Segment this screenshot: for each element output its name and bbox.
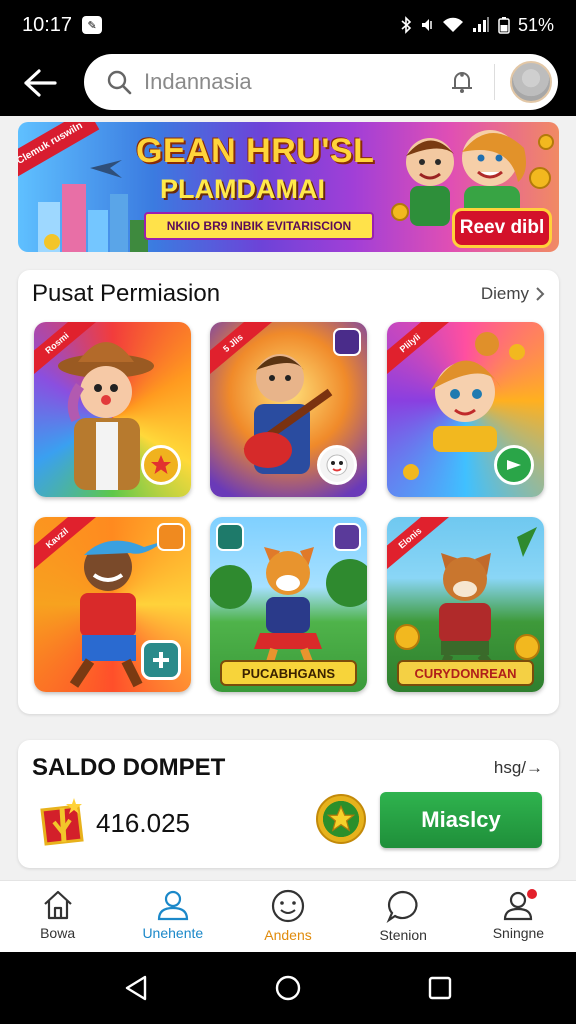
nav-item-user[interactable]: Unehente: [115, 881, 230, 952]
nav-label: Sningne: [492, 925, 545, 941]
notification-icon: ✎: [82, 16, 103, 34]
nav-item-home[interactable]: Bowa: [0, 881, 115, 952]
game-tile[interactable]: Elonis CURYDONREAN: [387, 517, 544, 692]
mute-icon: [421, 19, 432, 31]
search-divider: [494, 64, 495, 100]
nav-item-chat[interactable]: Stenion: [346, 881, 461, 952]
game-tile[interactable]: 5 Jlis: [210, 322, 367, 497]
bluetooth-icon: [401, 16, 412, 34]
chat-icon: [386, 890, 418, 923]
game-tile[interactable]: Kavzil: [34, 517, 191, 692]
battery-icon: [498, 17, 510, 34]
banner-title: GEAN HRU'SL: [136, 132, 375, 170]
top-bar: [0, 50, 576, 116]
star-badge-icon: [141, 445, 181, 485]
bottom-navigation: Bowa Unehente Andens Stenion Sningne: [0, 880, 576, 952]
game-tile[interactable]: PUCABHGANS: [210, 517, 367, 692]
tile-label: PUCABHGANS: [220, 660, 357, 686]
plane-icon: [90, 160, 122, 178]
status-time: 10:17: [22, 13, 73, 36]
arrow-corner-icon: [157, 523, 185, 551]
lightning-badge-icon: [333, 328, 361, 356]
system-navigation-bar: [0, 952, 576, 1024]
status-icons: 51%: [400, 15, 554, 36]
bell-icon[interactable]: [448, 68, 476, 96]
mascot-badge-icon: [317, 445, 357, 485]
system-back-icon[interactable]: [123, 974, 149, 1002]
banner-strip: NKIIO BR9 INBIK EVITARISCION: [144, 212, 374, 240]
nav-item-smile[interactable]: Andens: [230, 881, 345, 952]
banner-subtitle: PLAMDAMAI: [160, 174, 325, 204]
plus-badge-icon: [141, 640, 181, 680]
city-buildings-graphic: [38, 184, 148, 252]
star-coin-icon[interactable]: [316, 794, 366, 844]
user-icon: [157, 890, 188, 921]
avatar[interactable]: [510, 61, 552, 103]
system-recents-icon[interactable]: [427, 975, 453, 1001]
see-more-label: Diemy: [480, 284, 529, 303]
system-home-icon[interactable]: [274, 974, 302, 1002]
see-more-link[interactable]: Diemy: [481, 284, 545, 304]
tile-label: CURYDONREAN: [397, 660, 534, 686]
banner-cta-button[interactable]: Reev dibl: [452, 208, 552, 248]
game-tile[interactable]: Plilyli: [387, 322, 544, 497]
back-arrow-icon: [24, 69, 57, 97]
wallet-action-button[interactable]: Miaslcy: [380, 792, 542, 848]
chevron-right-icon: [536, 287, 545, 301]
check-badge-icon: [216, 523, 244, 551]
search-bar[interactable]: [84, 54, 558, 110]
arrow-badge-icon: [494, 445, 534, 485]
signal-icon: [472, 17, 489, 32]
nav-label: Unehente: [142, 925, 204, 941]
gift-badge-icon: [333, 523, 361, 551]
wallet-history-link[interactable]: hsg/→: [494, 758, 543, 778]
nav-label: Bowa: [40, 925, 76, 941]
battery-percent: 51%: [517, 14, 554, 35]
gift-box-icon: [40, 798, 84, 846]
notification-dot: [526, 889, 537, 899]
wallet-title: SALDO DOMPET: [32, 754, 226, 781]
wifi-icon: [442, 17, 463, 32]
promotion-section: Pusat Permiasion Diemy Rosmi 5 Jlis Plil…: [18, 270, 559, 714]
home-icon: [43, 890, 72, 920]
game-tile[interactable]: Rosmi: [34, 322, 191, 497]
nav-label: Andens: [264, 927, 312, 943]
wallet-section: SALDO DOMPET hsg/→ 416.025 Miaslcy: [18, 740, 559, 868]
smile-icon: [271, 889, 305, 923]
section-title: Pusat Permiasion: [32, 280, 221, 307]
search-icon: [107, 70, 132, 95]
wallet-balance: 416.025: [96, 808, 190, 838]
promo-banner[interactable]: Clemuk ruswiln GEAN HRU'SL PLAMDAMAI NKI…: [18, 122, 559, 252]
nav-label: Stenion: [379, 927, 427, 943]
search-input[interactable]: [144, 69, 434, 95]
nav-item-profile[interactable]: Sningne: [461, 881, 576, 952]
back-button[interactable]: [20, 63, 60, 103]
status-bar: 10:17 ✎ 51%: [0, 0, 576, 50]
